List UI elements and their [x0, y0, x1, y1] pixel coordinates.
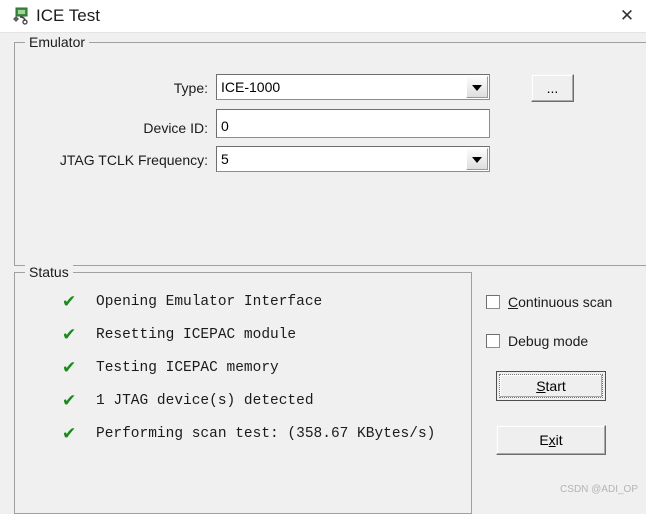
jtag-tclk-frequency-combobox[interactable]: 5 — [216, 146, 490, 172]
ice-app-icon — [12, 7, 30, 25]
list-item: ✔ Testing ICEPAC memory — [14, 356, 464, 389]
exit-pre: E — [539, 432, 549, 448]
status-item-label: Performing scan test: (358.67 KBytes/s) — [96, 426, 436, 442]
window-title: ICE Test — [36, 6, 100, 25]
check-icon: ✔ — [62, 292, 77, 312]
status-item-label: Resetting ICEPAC module — [96, 327, 297, 343]
check-icon: ✔ — [62, 358, 77, 378]
status-item-label: Opening Emulator Interface — [96, 294, 323, 310]
check-icon: ✔ — [62, 391, 77, 411]
close-icon[interactable]: ✕ — [614, 3, 640, 29]
exit-accel: x — [548, 432, 556, 448]
chevron-down-icon[interactable] — [466, 76, 488, 98]
check-icon: ✔ — [62, 325, 77, 345]
type-combobox[interactable]: ICE-1000 — [216, 74, 490, 100]
continuous-scan-label: Continuous scan — [508, 294, 612, 310]
list-item: ✔ Resetting ICEPAC module — [14, 323, 464, 356]
jtag-tclk-frequency-value: 5 — [221, 151, 229, 167]
status-item-label: 1 JTAG device(s) detected — [96, 393, 314, 409]
checkbox-box[interactable] — [486, 334, 500, 348]
start-rest: tart — [545, 378, 566, 394]
watermark: CSDN @ADI_OP — [560, 484, 638, 495]
list-item: ✔ Opening Emulator Interface — [14, 290, 464, 323]
list-item: ✔ 1 JTAG device(s) detected — [14, 389, 464, 422]
exit-button-label: Exit — [497, 432, 605, 448]
checkbox-box[interactable] — [486, 295, 500, 309]
debug-mode-label: Debug mode — [508, 333, 588, 349]
debug-mode-accel: D — [508, 333, 519, 349]
jtag-tclk-frequency-label: JTAG TCLK Frequency: — [59, 152, 208, 168]
type-value: ICE-1000 — [221, 79, 281, 95]
status-list: ✔ Opening Emulator Interface ✔ Resetting… — [14, 290, 464, 455]
exit-button[interactable]: Exit — [496, 425, 606, 455]
start-accel: S — [536, 378, 546, 394]
device-id-input[interactable]: 0 — [216, 109, 490, 138]
chevron-down-icon[interactable] — [466, 148, 488, 170]
emulator-group-title: Emulator — [25, 34, 90, 50]
continuous-scan-rest: ontinuous scan — [518, 294, 613, 310]
exit-post: it — [555, 432, 563, 448]
title-bar: ICE Test ✕ — [0, 0, 646, 33]
browse-button[interactable]: ... — [531, 74, 574, 102]
type-label: Type: — [173, 80, 208, 96]
check-icon: ✔ — [62, 424, 77, 444]
device-id-value: 0 — [221, 118, 229, 134]
start-button[interactable]: Start — [496, 371, 606, 401]
continuous-scan-accel: C — [508, 294, 519, 310]
device-id-label: Device ID: — [143, 120, 208, 136]
start-button-label: Start — [497, 378, 605, 394]
status-group-title: Status — [25, 264, 73, 280]
debug-mode-rest: ebug mode — [518, 333, 589, 349]
status-item-label: Testing ICEPAC memory — [96, 360, 279, 376]
list-item: ✔ Performing scan test: (358.67 KBytes/s… — [14, 422, 464, 455]
browse-button-label: ... — [546, 80, 559, 96]
